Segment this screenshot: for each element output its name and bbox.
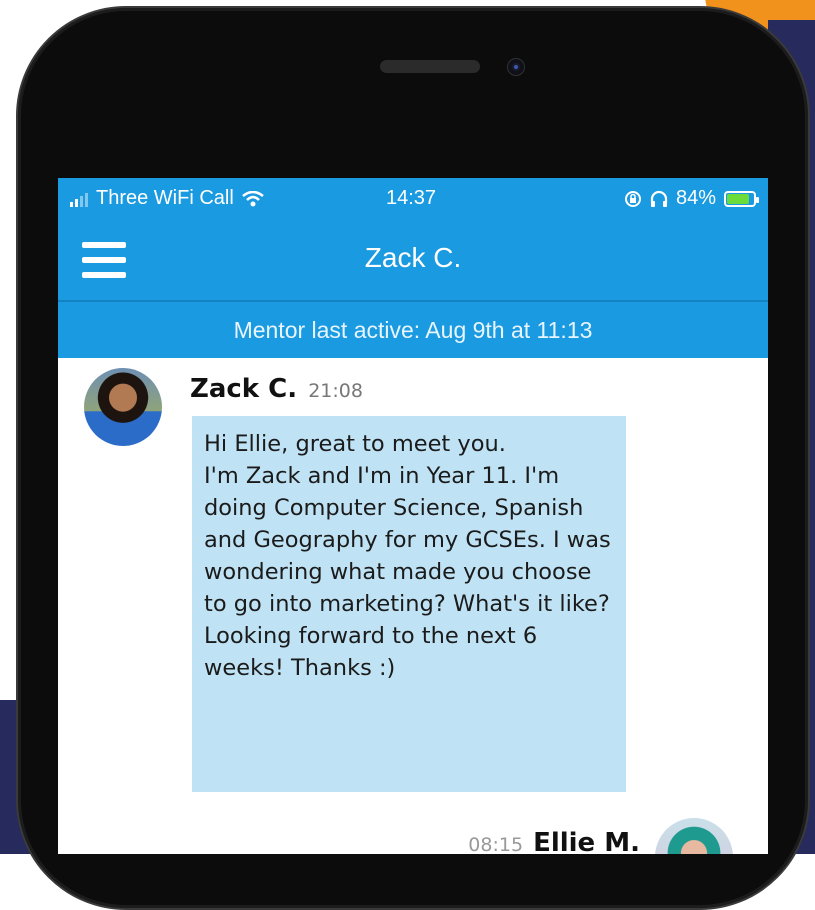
chat-title: Zack C. bbox=[364, 242, 462, 273]
status-left: Three WiFi Call bbox=[70, 187, 264, 210]
phone-screen: Three WiFi Call 14:37 84% Zack C. Mentor… bbox=[58, 178, 768, 854]
rotation-lock-icon bbox=[625, 190, 641, 207]
message-sender: Zack C. bbox=[190, 374, 298, 404]
reply-sender: Ellie M. bbox=[533, 828, 640, 854]
reply-header: 08:15 Ellie M. bbox=[468, 828, 640, 854]
signal-strength-icon bbox=[70, 191, 88, 207]
speaker-grille bbox=[380, 60, 480, 73]
nav-bar: Zack C. bbox=[58, 220, 768, 302]
carrier-label: Three WiFi Call bbox=[96, 187, 234, 209]
reply-time: 08:15 bbox=[468, 834, 524, 854]
last-active-banner: Mentor last active: Aug 9th at 11:13 bbox=[58, 302, 768, 358]
status-bar: Three WiFi Call 14:37 84% bbox=[58, 178, 768, 220]
avatar-zack[interactable] bbox=[84, 368, 162, 446]
status-right: 84% bbox=[624, 187, 760, 210]
battery-fill bbox=[727, 193, 749, 204]
headphones-icon bbox=[650, 190, 668, 207]
battery-icon bbox=[724, 190, 760, 207]
battery-percent: 84% bbox=[676, 187, 717, 209]
message-header: Zack C. 21:08 bbox=[190, 374, 363, 404]
message-bubble: Hi Ellie, great to meet you. I'm Zack an… bbox=[192, 416, 626, 792]
message-time: 21:08 bbox=[308, 380, 363, 402]
wifi-icon bbox=[242, 190, 264, 206]
status-time: 14:37 bbox=[386, 187, 437, 209]
avatar-ellie[interactable] bbox=[655, 818, 733, 854]
front-camera bbox=[508, 59, 524, 75]
